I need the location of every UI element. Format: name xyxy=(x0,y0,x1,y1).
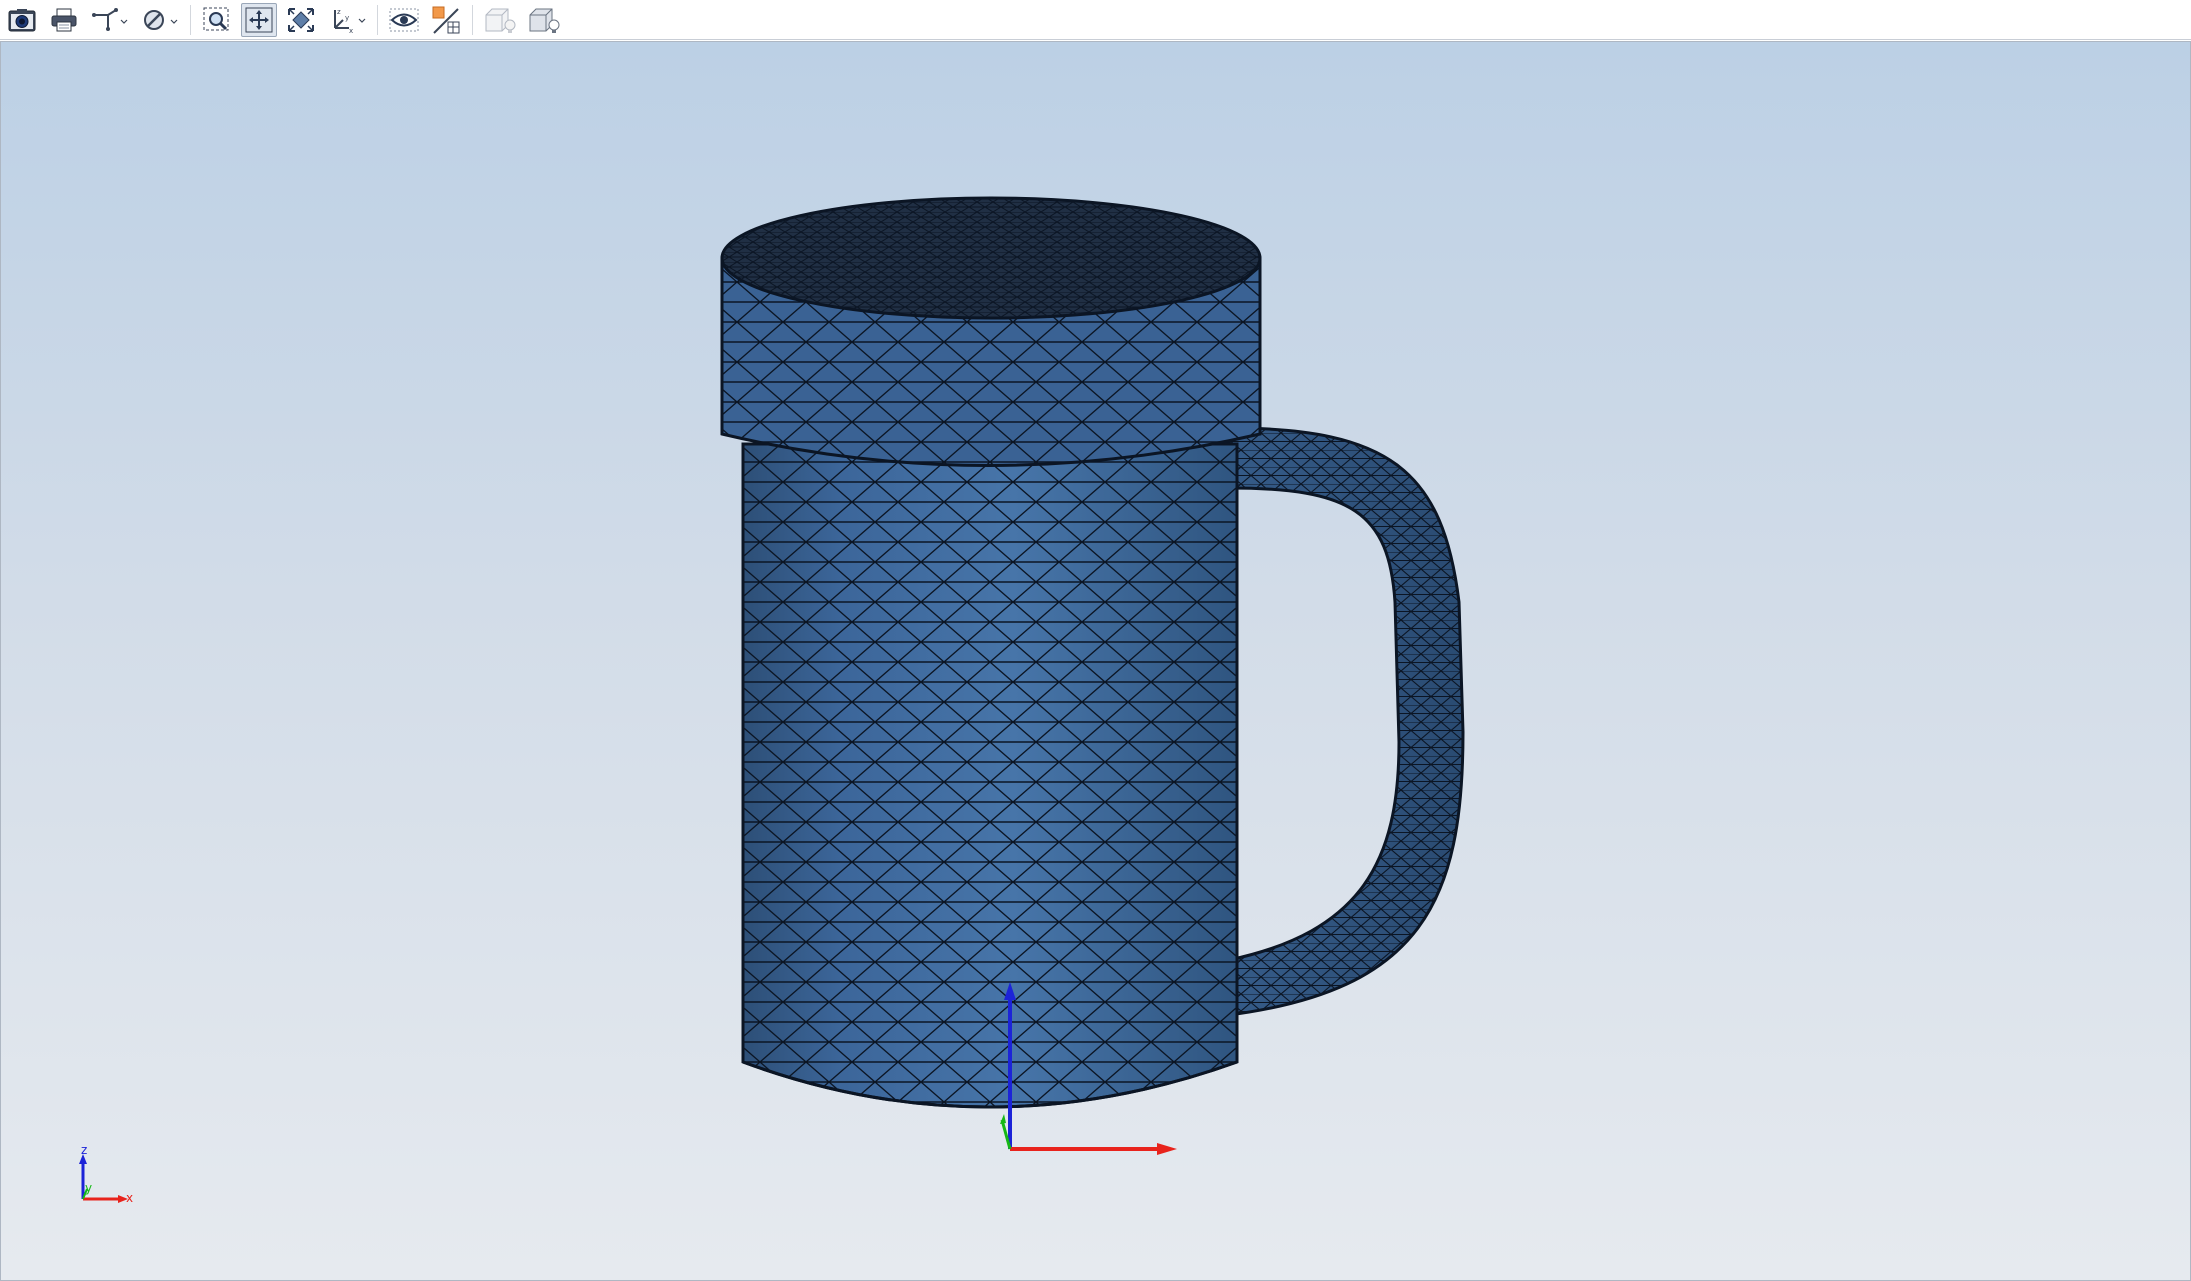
mug-lid[interactable] xyxy=(720,196,1262,467)
visibility-button[interactable] xyxy=(386,3,422,37)
orientation-x-label: x xyxy=(126,1191,133,1205)
fit-all-icon xyxy=(286,6,316,34)
lighting-button[interactable] xyxy=(525,3,563,37)
toolbar-separator xyxy=(472,4,473,35)
orientation-z-label: z xyxy=(81,1143,87,1157)
screenshot-button[interactable] xyxy=(4,3,40,37)
display-mode-button[interactable] xyxy=(138,3,182,37)
printer-icon xyxy=(49,7,79,33)
camera-icon xyxy=(7,7,37,33)
mug-mesh[interactable] xyxy=(720,196,1465,1109)
xyz-orientation-icon: z y x xyxy=(327,6,367,34)
axis-triad-icon xyxy=(90,7,130,33)
svg-text:x: x xyxy=(349,27,353,34)
toolbar-separator xyxy=(190,4,191,35)
pan-arrows-icon xyxy=(244,6,274,34)
toolbar: z y x xyxy=(0,0,2191,40)
zoom-window-button[interactable] xyxy=(199,3,235,37)
view-orientation-button[interactable]: z y x xyxy=(325,3,369,37)
toolbar-separator xyxy=(377,4,378,35)
eye-icon xyxy=(388,6,420,34)
orientation-triad: z y x xyxy=(79,1143,133,1205)
color-split-icon xyxy=(430,5,462,35)
3d-viewport[interactable]: z y x xyxy=(0,41,2191,1281)
zoom-box-icon xyxy=(202,6,232,34)
box-lightbulb-icon xyxy=(483,5,517,35)
svg-text:z: z xyxy=(337,8,341,16)
color-map-button[interactable] xyxy=(428,3,464,37)
pan-button[interactable] xyxy=(241,2,277,37)
triad-toggle-button[interactable] xyxy=(88,3,132,37)
mug-body[interactable] xyxy=(741,442,1239,1109)
print-button[interactable] xyxy=(46,3,82,37)
section-icon xyxy=(140,7,180,33)
orientation-y-label: y xyxy=(85,1181,92,1195)
shaded-light-button[interactable] xyxy=(481,3,519,37)
box-lightbulb-icon xyxy=(527,5,561,35)
svg-text:y: y xyxy=(345,14,349,22)
mug-handle[interactable] xyxy=(1227,426,1465,1017)
fit-view-button[interactable] xyxy=(283,3,319,37)
